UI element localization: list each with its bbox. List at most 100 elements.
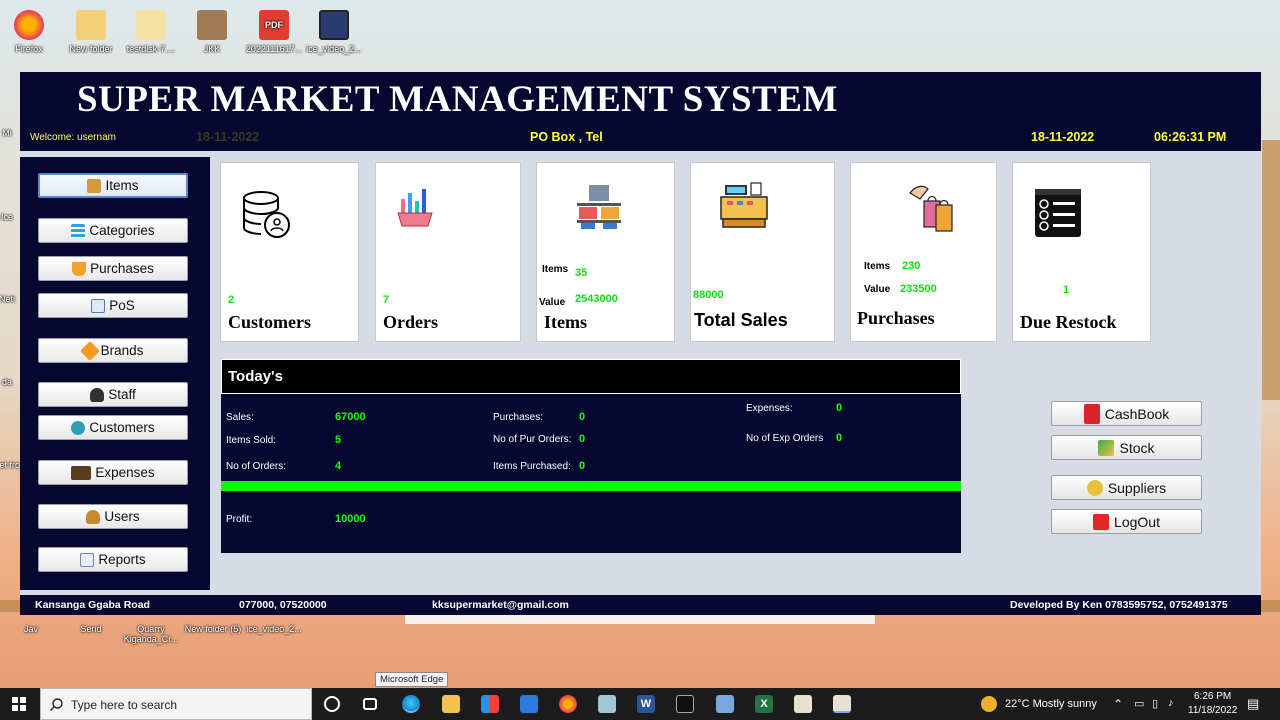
total-sales-value: 88000: [693, 289, 724, 301]
volume-icon[interactable]: ♪: [1168, 697, 1174, 709]
today-exp-orders-label: No of Exp Orders: [746, 433, 824, 444]
cash-register-icon: [720, 182, 768, 228]
weather-icon[interactable]: [981, 696, 997, 712]
excel-icon[interactable]: X: [755, 695, 773, 713]
taskbar-search[interactable]: Type here to search: [40, 688, 312, 720]
desktop-icon-new-folder-5[interactable]: New folder (5): [184, 624, 242, 634]
wallet-icon: [71, 465, 92, 480]
desktop-icon-new-folder[interactable]: New folder: [62, 10, 120, 54]
users-icon: [86, 509, 101, 524]
purchases-value-value: 233500: [900, 283, 937, 295]
cortana-icon[interactable]: [324, 696, 340, 712]
stock-button[interactable]: Stock: [1051, 435, 1202, 460]
sidebar-item-pos[interactable]: PoS: [38, 293, 188, 318]
sidebar-item-users[interactable]: Users: [38, 504, 188, 529]
warehouse-shelves-icon: [577, 185, 621, 229]
card-title-orders: Orders: [383, 312, 438, 332]
image-icon: [197, 10, 227, 40]
desktop-icon-ice-video[interactable]: ice_video_2...: [305, 10, 363, 54]
footer-phones: 077000, 07520000: [239, 599, 327, 611]
card-title-items: Items: [544, 312, 587, 332]
brands-icon: [79, 340, 100, 361]
items-value-label: Value: [539, 297, 566, 308]
word-icon[interactable]: W: [637, 695, 655, 713]
orders-count: 7: [383, 294, 390, 306]
desktop-icon-ice-video-2[interactable]: ice_video_2...: [245, 624, 303, 634]
sidebar-item-label: Reports: [98, 552, 146, 567]
card-title-due-restock: Due Restock: [1020, 312, 1117, 332]
suppliers-button[interactable]: Suppliers: [1051, 475, 1202, 500]
desktop-icon-send[interactable]: Send: [62, 624, 120, 634]
stock-label: Stock: [1119, 439, 1155, 456]
sidebar-item-expenses[interactable]: Expenses: [38, 460, 188, 485]
customers-icon: [71, 420, 86, 435]
java-app-icon[interactable]: [833, 695, 851, 713]
clock-date[interactable]: 11/18/2022: [1188, 705, 1237, 716]
cashbook-button[interactable]: CashBook: [1051, 401, 1202, 426]
store-icon[interactable]: [481, 695, 499, 713]
desktop-icon-label: Mi: [2, 128, 12, 138]
taskbar-tooltip: Microsoft Edge: [375, 672, 449, 687]
mail-icon[interactable]: [520, 695, 538, 713]
app-footer: Kansanga Ggaba Road 077000, 07520000 kks…: [20, 595, 1261, 615]
card-customers[interactable]: 2 Customers: [220, 162, 359, 342]
logout-button[interactable]: LogOut: [1051, 509, 1202, 534]
sidebar-item-reports[interactable]: Reports: [38, 547, 188, 572]
list-icon: [71, 223, 86, 238]
sidebar-item-label: Brands: [100, 343, 144, 358]
today-pur-orders-label: No of Pur Orders:: [493, 434, 572, 445]
card-items[interactable]: Items 35 Value 2543000 Items: [536, 162, 675, 342]
desktop-icon-label: Quarry Kiganda_Cr...: [123, 624, 179, 644]
desktop-icon-jav[interactable]: Jav: [2, 624, 60, 634]
chevron-up-icon[interactable]: ⌃: [1113, 697, 1123, 711]
desktop-icon-testdisk[interactable]: testdisk-7....: [122, 10, 180, 54]
folder-icon: [76, 10, 106, 40]
sidebar-item-categories[interactable]: Categories: [38, 218, 188, 243]
desktop-icon-label: Firefox: [15, 44, 43, 54]
weather-text[interactable]: 22°C Mostly sunny: [1005, 698, 1097, 710]
firefox-icon[interactable]: [559, 695, 577, 713]
card-total-sales[interactable]: 88000 Total Sales: [690, 162, 835, 342]
taskbar: Type here to search W X 22°C Mostly sunn…: [0, 688, 1280, 720]
desktop-icon-label: JKK: [203, 44, 221, 54]
sidebar-item-label: Categories: [89, 223, 155, 238]
sidebar-item-items[interactable]: Items: [38, 173, 188, 198]
clock-time[interactable]: 6:26 PM: [1194, 691, 1231, 702]
file-explorer-icon[interactable]: [442, 695, 460, 713]
today-pur-orders-value: 0: [579, 433, 586, 445]
sidebar-item-label: Purchases: [90, 261, 154, 276]
card-purchases[interactable]: Items 230 Value 233500 Purchases: [850, 162, 997, 342]
network-icon[interactable]: ▭: [1134, 697, 1144, 710]
today-profit-value: 10000: [335, 513, 366, 525]
welcome-text: Welcome: usernam: [30, 132, 116, 143]
desktop-icon-firefox[interactable]: Firefox: [0, 10, 58, 54]
terminal-icon[interactable]: [676, 695, 694, 713]
sidebar-item-brands[interactable]: Brands: [38, 338, 188, 363]
pos-icon: [91, 298, 106, 313]
desktop-icon-pdf[interactable]: PDF 2022111617...: [245, 10, 303, 54]
notepad-icon[interactable]: [598, 695, 616, 713]
card-due-restock[interactable]: 1 Due Restock: [1012, 162, 1151, 342]
desktop-icon-label: New folder (5): [184, 624, 242, 634]
today-exp-orders-value: 0: [836, 432, 843, 444]
sidebar-item-staff[interactable]: Staff: [38, 382, 188, 407]
sidebar-item-customers[interactable]: Customers: [38, 415, 188, 440]
card-orders[interactable]: 7 Orders: [375, 162, 521, 342]
windows-start-icon[interactable]: [12, 697, 26, 711]
battery-icon[interactable]: ▯: [1152, 697, 1158, 710]
items-count-value: 35: [575, 267, 588, 279]
desktop-icon-quarry[interactable]: Quarry Kiganda_Cr...: [122, 624, 180, 644]
java-icon[interactable]: [794, 695, 812, 713]
notification-icon[interactable]: ▤: [1247, 696, 1259, 712]
box-icon: [87, 178, 102, 193]
virtualbox-icon[interactable]: [716, 695, 734, 713]
task-view-icon[interactable]: [363, 698, 377, 710]
sidebar-item-purchases[interactable]: Purchases: [38, 256, 188, 281]
reports-icon: [80, 552, 95, 567]
search-placeholder: Type here to search: [71, 698, 178, 712]
desktop-icon-jkk[interactable]: JKK: [183, 10, 241, 54]
today-purchases-label: Purchases:: [493, 412, 544, 423]
search-icon: [50, 698, 63, 711]
database-users-icon: [243, 191, 290, 238]
edge-icon[interactable]: [402, 695, 420, 713]
